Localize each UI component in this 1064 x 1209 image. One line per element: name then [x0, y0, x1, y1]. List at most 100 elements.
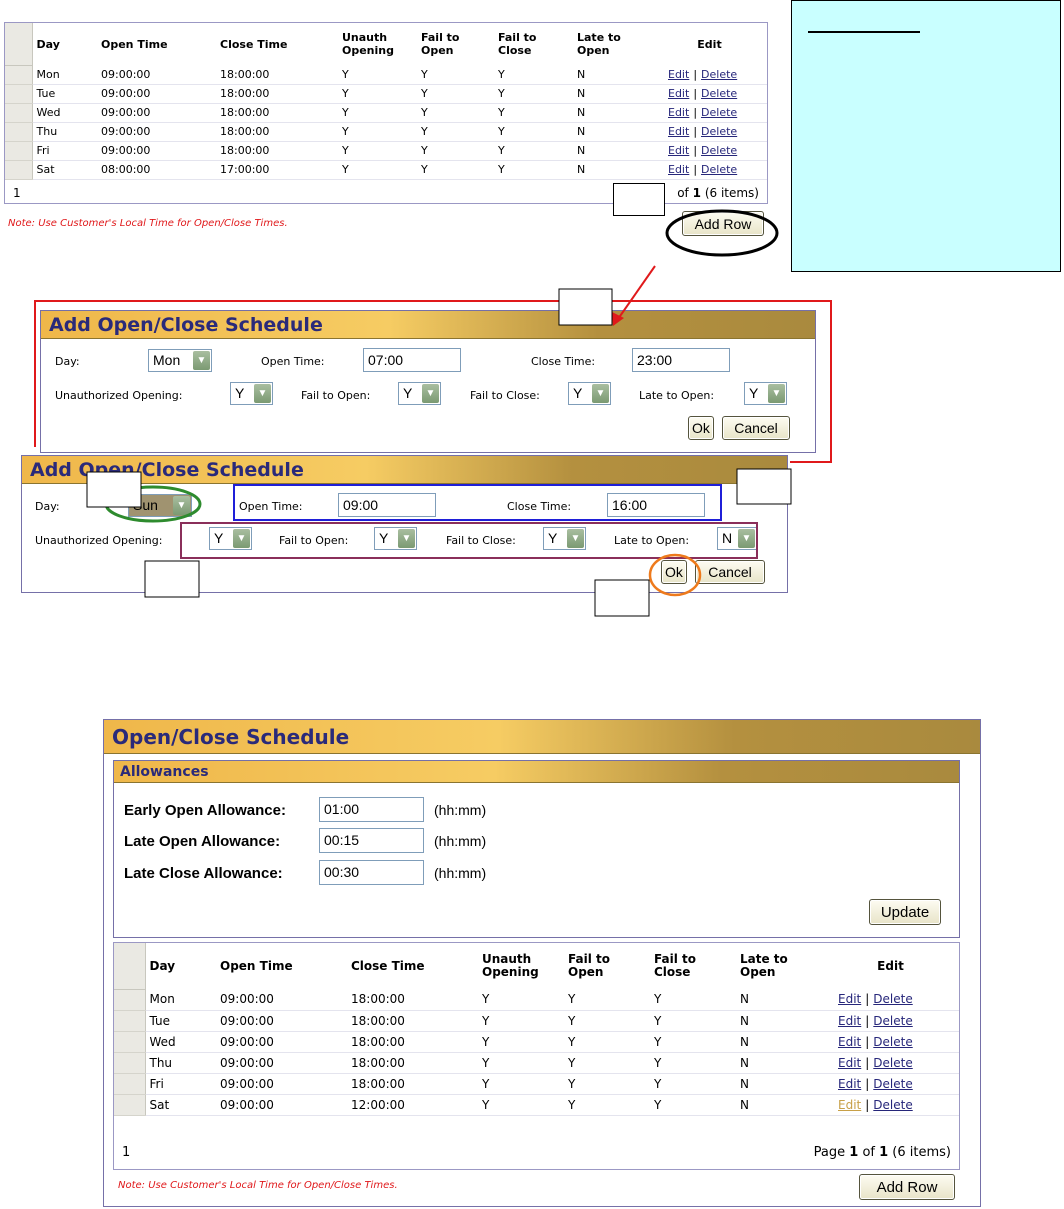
table-cell: 18:00:00 — [216, 103, 338, 123]
table-cell: Y — [338, 65, 417, 85]
row-selector[interactable] — [5, 84, 33, 104]
early-open-allowance-input[interactable]: 01:00 — [319, 797, 424, 822]
row-selector[interactable] — [114, 1073, 146, 1095]
delete-link[interactable]: Delete — [873, 1056, 912, 1070]
column-header-text: Fail to — [654, 952, 696, 966]
edit-link[interactable]: Edit — [838, 992, 861, 1006]
schedule-add-row-button[interactable]: Add Row — [859, 1174, 955, 1200]
table-cell: Sat — [32, 160, 97, 180]
row-selector[interactable] — [5, 160, 33, 180]
open-time-input[interactable]: 07:00 — [363, 348, 461, 372]
row-selector[interactable] — [5, 122, 33, 142]
column-header: Unauth Opening — [478, 943, 564, 989]
table-cell: Y — [338, 160, 417, 180]
cancel-button[interactable]: Cancel — [695, 560, 765, 584]
delete-link[interactable]: Delete — [701, 68, 737, 81]
edit-link[interactable]: Edit — [668, 87, 689, 100]
delete-link[interactable]: Delete — [873, 992, 912, 1006]
late-close-allowance-input[interactable]: 00:30 — [319, 860, 424, 885]
late-open-allowance-input[interactable]: 00:15 — [319, 828, 424, 853]
column-header-text: Edit — [877, 958, 904, 973]
column-header-text: Edit — [697, 37, 722, 51]
row-actions: Edit | Delete — [652, 84, 767, 104]
edit-link[interactable]: Edit — [838, 1098, 861, 1112]
row-selector[interactable] — [114, 1010, 146, 1032]
delete-link[interactable]: Delete — [873, 1077, 912, 1091]
link-separator: | — [865, 1076, 870, 1091]
table-row: Thu 09:00:00 18:00:00 Y Y Y N Edit | Delete — [5, 122, 767, 142]
table-cell: Thu — [32, 122, 97, 142]
row-selector[interactable] — [5, 103, 33, 123]
edit-link[interactable]: Edit — [838, 1035, 861, 1049]
edit-link[interactable]: Edit — [668, 144, 689, 157]
edit-link[interactable]: Edit — [668, 68, 689, 81]
delete-link[interactable]: Delete — [701, 106, 737, 119]
delete-link[interactable]: Delete — [701, 87, 737, 100]
unauth-opening-select[interactable]: Y ▼ — [209, 527, 252, 550]
dialog-1-title: Add Open/Close Schedule — [41, 311, 815, 339]
ok-button[interactable]: Ok — [688, 416, 714, 440]
table-cell: Y — [417, 160, 494, 180]
delete-link[interactable]: Delete — [701, 163, 737, 176]
cancel-button[interactable]: Cancel — [722, 416, 790, 440]
chevron-down-icon[interactable]: ▼ — [592, 384, 609, 403]
table-cell: Y — [417, 122, 494, 142]
column-header-text: Open Time — [220, 958, 293, 973]
table-cell: 18:00:00 — [347, 989, 478, 1011]
day-select-value: Sun — [133, 497, 158, 513]
row-selector[interactable] — [5, 141, 33, 161]
fail-open-select[interactable]: Y ▼ — [398, 382, 441, 405]
fail-close-select[interactable]: Y ▼ — [568, 382, 611, 405]
late-open-select[interactable]: Y ▼ — [744, 382, 787, 405]
row-selector[interactable] — [5, 65, 33, 85]
chevron-down-icon[interactable]: ▼ — [567, 529, 584, 548]
delete-link[interactable]: Delete — [873, 1014, 912, 1028]
fail-open-label: Fail to Open: — [301, 389, 371, 402]
table-cell: 18:00:00 — [216, 84, 338, 104]
chevron-down-icon[interactable]: ▼ — [422, 384, 439, 403]
chevron-down-icon[interactable]: ▼ — [768, 384, 785, 403]
table-cell: Thu — [145, 1052, 216, 1074]
close-time-input[interactable]: 16:00 — [607, 493, 705, 517]
day-select[interactable]: Mon ▼ — [148, 349, 212, 372]
edit-link[interactable]: Edit — [838, 1014, 861, 1028]
edit-link[interactable]: Edit — [838, 1056, 861, 1070]
fail-open-select[interactable]: Y ▼ — [374, 527, 417, 550]
row-actions: Edit | Delete — [822, 1073, 959, 1095]
table-row: Wed 09:00:00 18:00:00 Y Y Y N Edit | Delete — [5, 103, 767, 123]
edit-link[interactable]: Edit — [668, 106, 689, 119]
delete-link[interactable]: Delete — [873, 1098, 912, 1112]
chevron-down-icon[interactable]: ▼ — [398, 529, 415, 548]
row-selector[interactable] — [114, 1052, 146, 1074]
update-button[interactable]: Update — [869, 899, 941, 925]
table-cell: Y — [478, 989, 564, 1011]
edit-link[interactable]: Edit — [838, 1077, 861, 1091]
chevron-down-icon[interactable]: ▼ — [738, 529, 755, 548]
edit-link[interactable]: Edit — [668, 125, 689, 138]
delete-link[interactable]: Delete — [873, 1035, 912, 1049]
unauth-select-value: Y — [214, 530, 224, 546]
close-time-input[interactable]: 23:00 — [632, 348, 730, 372]
delete-link[interactable]: Delete — [701, 125, 737, 138]
unauth-opening-select[interactable]: Y ▼ — [230, 382, 273, 405]
delete-link[interactable]: Delete — [701, 144, 737, 157]
table-row: Wed 09:00:00 18:00:00 Y Y Y N Edit | Delete — [114, 1031, 959, 1053]
chevron-down-icon[interactable]: ▼ — [233, 529, 250, 548]
table-cell: 09:00:00 — [97, 141, 216, 161]
fail-close-select[interactable]: Y ▼ — [543, 527, 586, 550]
edit-link[interactable]: Edit — [668, 163, 689, 176]
day-select[interactable]: Sun ▼ — [128, 494, 192, 517]
row-selector[interactable] — [114, 1094, 146, 1116]
table-cell: Y — [564, 1010, 650, 1032]
late-open-select[interactable]: N ▼ — [717, 527, 757, 550]
row-selector[interactable] — [114, 989, 146, 1011]
top-grid-table: Day Open Time Close Time Unauth Opening Fail … — [5, 23, 767, 180]
chevron-down-icon[interactable]: ▼ — [254, 384, 271, 403]
row-selector[interactable] — [114, 1031, 146, 1053]
chevron-down-icon[interactable]: ▼ — [193, 351, 210, 370]
ok-button[interactable]: Ok — [661, 560, 687, 584]
open-time-input[interactable]: 09:00 — [338, 493, 436, 517]
table-cell: Mon — [32, 65, 97, 85]
top-add-row-button[interactable]: Add Row — [682, 211, 764, 236]
chevron-down-icon[interactable]: ▼ — [173, 496, 190, 515]
